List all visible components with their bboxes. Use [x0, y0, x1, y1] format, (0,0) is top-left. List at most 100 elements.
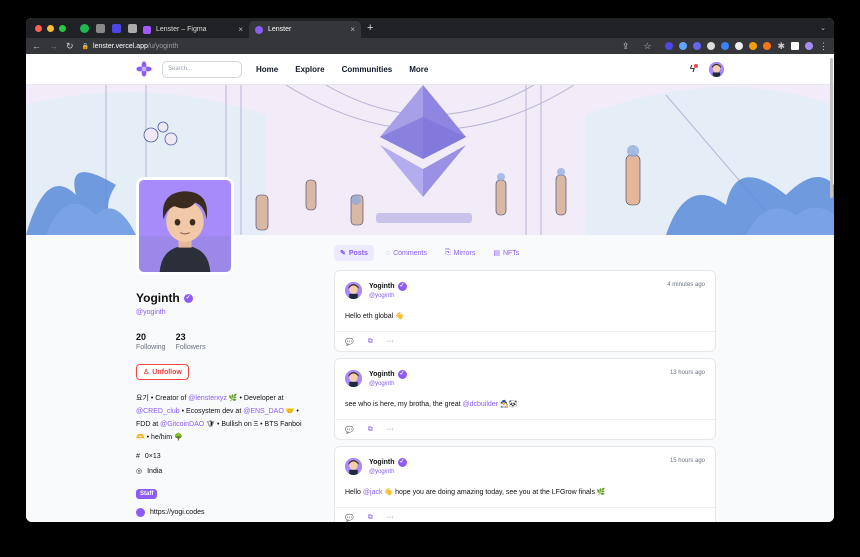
- pencil-icon: ✎: [340, 250, 346, 257]
- extension-icon[interactable]: [721, 42, 730, 50]
- nav-home-link[interactable]: Home: [256, 65, 278, 74]
- tab-figma[interactable]: Lenster – Figma ×: [137, 21, 249, 38]
- sidebar-toggle-icon[interactable]: [791, 42, 799, 50]
- nav-communities-link[interactable]: Communities: [342, 65, 393, 74]
- post-author-handle[interactable]: @yoginth: [369, 293, 394, 299]
- comment-icon[interactable]: 💬: [345, 338, 354, 346]
- profile-avatar-icon[interactable]: [805, 42, 813, 50]
- forward-arrow-icon[interactable]: →: [49, 41, 58, 51]
- top-navbar: Search... Home Explore Communities More …: [26, 54, 834, 85]
- post-author-avatar[interactable]: [345, 370, 362, 387]
- post-actions: 💬 ⧉ ···: [335, 507, 715, 522]
- extension-icon[interactable]: [707, 42, 716, 50]
- post-author-name[interactable]: Yoginth ✓: [369, 458, 407, 467]
- unfollow-label: Unfollow: [152, 368, 182, 376]
- post-author-avatar[interactable]: [345, 458, 362, 475]
- new-tab-button[interactable]: +: [367, 22, 373, 34]
- post-author-handle[interactable]: @yoginth: [369, 469, 394, 475]
- post-timestamp[interactable]: 15 hours ago: [670, 458, 705, 464]
- nav-more-link[interactable]: More: [409, 65, 428, 74]
- share-icon[interactable]: ⇪: [622, 41, 630, 52]
- browser-window: Lenster – Figma × Lenster × + ⌄ ← → ↻ 🔒 …: [26, 18, 834, 522]
- puzzle-extensions-icon[interactable]: ✱: [777, 41, 785, 52]
- extension-icon[interactable]: [679, 42, 688, 50]
- website-row[interactable]: https://yogi.codes: [136, 508, 316, 517]
- tab-lenster[interactable]: Lenster ×: [249, 21, 361, 38]
- mirror-icon[interactable]: ⧉: [368, 338, 373, 346]
- post-text: see who is here, my brotha, the great: [345, 401, 463, 408]
- location-pin-icon: ◎: [136, 468, 143, 475]
- post-card[interactable]: Yoginth ✓ @yoginth 4 minutes ago Hello et…: [334, 270, 716, 352]
- post-mention-link[interactable]: @jack: [363, 489, 383, 496]
- minimize-window-button[interactable]: [47, 24, 54, 32]
- tab-title: Lenster – Figma: [156, 26, 207, 33]
- back-arrow-icon[interactable]: ←: [32, 41, 41, 51]
- following-stat[interactable]: 20 Following: [136, 332, 166, 351]
- extension-icon[interactable]: [693, 42, 702, 50]
- unfollow-button[interactable]: ♙ Unfollow: [136, 364, 189, 380]
- posts-feed: Yoginth ✓ @yoginth 4 minutes ago Hello et…: [334, 270, 716, 522]
- extension-icon[interactable]: [749, 42, 758, 50]
- mirror-icon[interactable]: ⧉: [368, 514, 373, 522]
- post-timestamp[interactable]: 13 hours ago: [670, 370, 705, 376]
- close-tab-icon[interactable]: ×: [350, 25, 355, 34]
- post-card[interactable]: Yoginth ✓ @yoginth 15 hours ago Hello @ja…: [334, 446, 716, 522]
- post-author-avatar[interactable]: [345, 282, 362, 299]
- location-row: ◎ India: [136, 467, 316, 476]
- search-input[interactable]: Search...: [162, 60, 242, 78]
- post-mention-link[interactable]: @dcbuilder: [463, 401, 499, 408]
- post-timestamp[interactable]: 4 minutes ago: [667, 282, 705, 288]
- bio-mention-link[interactable]: @GitcoinDAO: [160, 421, 204, 428]
- slack-tab-icon[interactable]: [96, 23, 105, 33]
- bio-text: • Ecosystem dev at: [179, 408, 244, 415]
- user-avatar[interactable]: [709, 61, 724, 77]
- nav-explore-link[interactable]: Explore: [295, 65, 324, 74]
- pinned-grid-tab-icon[interactable]: [128, 23, 137, 33]
- post-body: Hello @jack 👋 hope you are doing amazing…: [345, 488, 606, 496]
- close-window-button[interactable]: [35, 24, 42, 32]
- kebab-menu-icon[interactable]: ⋮: [819, 41, 828, 52]
- pinned-app-tab-icon[interactable]: [112, 23, 121, 33]
- tab-search-chevron-icon[interactable]: ⌄: [820, 24, 826, 32]
- more-options-icon[interactable]: ···: [387, 426, 394, 433]
- comment-icon[interactable]: 💬: [345, 514, 354, 522]
- post-author-handle[interactable]: @yoginth: [369, 381, 394, 387]
- url-field[interactable]: 🔒 lenster.vercel.app /u/yoginth: [82, 43, 179, 50]
- page-scrollbar[interactable]: [830, 58, 833, 198]
- notifications-bolt-icon[interactable]: ϟ: [690, 63, 698, 75]
- followers-count: 23: [175, 332, 186, 342]
- followers-stat[interactable]: 23 Followers: [176, 332, 206, 351]
- bio-mention-link[interactable]: @lensterxyz: [188, 395, 227, 402]
- author-name-text: Yoginth: [369, 371, 395, 378]
- post-author-name[interactable]: Yoginth ✓: [369, 370, 407, 379]
- spotify-tab-icon[interactable]: [80, 23, 89, 33]
- more-options-icon[interactable]: ···: [387, 514, 394, 521]
- page-content: Search... Home Explore Communities More …: [26, 54, 834, 522]
- extension-icon[interactable]: [665, 42, 674, 50]
- website-link[interactable]: https://yogi.codes: [150, 509, 204, 516]
- extension-icon[interactable]: [735, 42, 744, 50]
- more-options-icon[interactable]: ···: [387, 338, 394, 345]
- url-path: /u/yoginth: [147, 42, 179, 50]
- bio-mention-link[interactable]: @CRED_club: [136, 408, 180, 415]
- navbar-right: ϟ: [690, 61, 724, 77]
- tab-mirrors[interactable]: ⎘ Mirrors: [439, 245, 481, 261]
- post-card[interactable]: Yoginth ✓ @yoginth 13 hours ago see who i…: [334, 358, 716, 440]
- maximize-window-button[interactable]: [59, 24, 66, 32]
- lenster-icon: [255, 25, 263, 34]
- tab-posts[interactable]: ✎ Posts: [334, 245, 374, 261]
- metamask-icon[interactable]: [763, 42, 772, 50]
- close-tab-icon[interactable]: ×: [238, 25, 243, 34]
- comment-icon[interactable]: 💬: [345, 426, 354, 434]
- bio-mention-link[interactable]: @ENS_DAO: [243, 408, 284, 415]
- mirror-icon[interactable]: ⧉: [368, 426, 373, 434]
- bookmark-star-icon[interactable]: ☆: [643, 41, 651, 52]
- tab-nfts[interactable]: ▤ NFTs: [487, 245, 525, 261]
- lenster-logo-icon[interactable]: [136, 61, 152, 77]
- tab-comments[interactable]: ◌ Comments: [380, 245, 433, 261]
- post-body: Hello eth global 👋: [345, 312, 404, 320]
- url-host: lenster.vercel.app: [93, 42, 148, 50]
- post-author-name[interactable]: Yoginth ✓: [369, 282, 407, 291]
- avatar-face-icon: [345, 458, 362, 475]
- reload-icon[interactable]: ↻: [66, 41, 74, 52]
